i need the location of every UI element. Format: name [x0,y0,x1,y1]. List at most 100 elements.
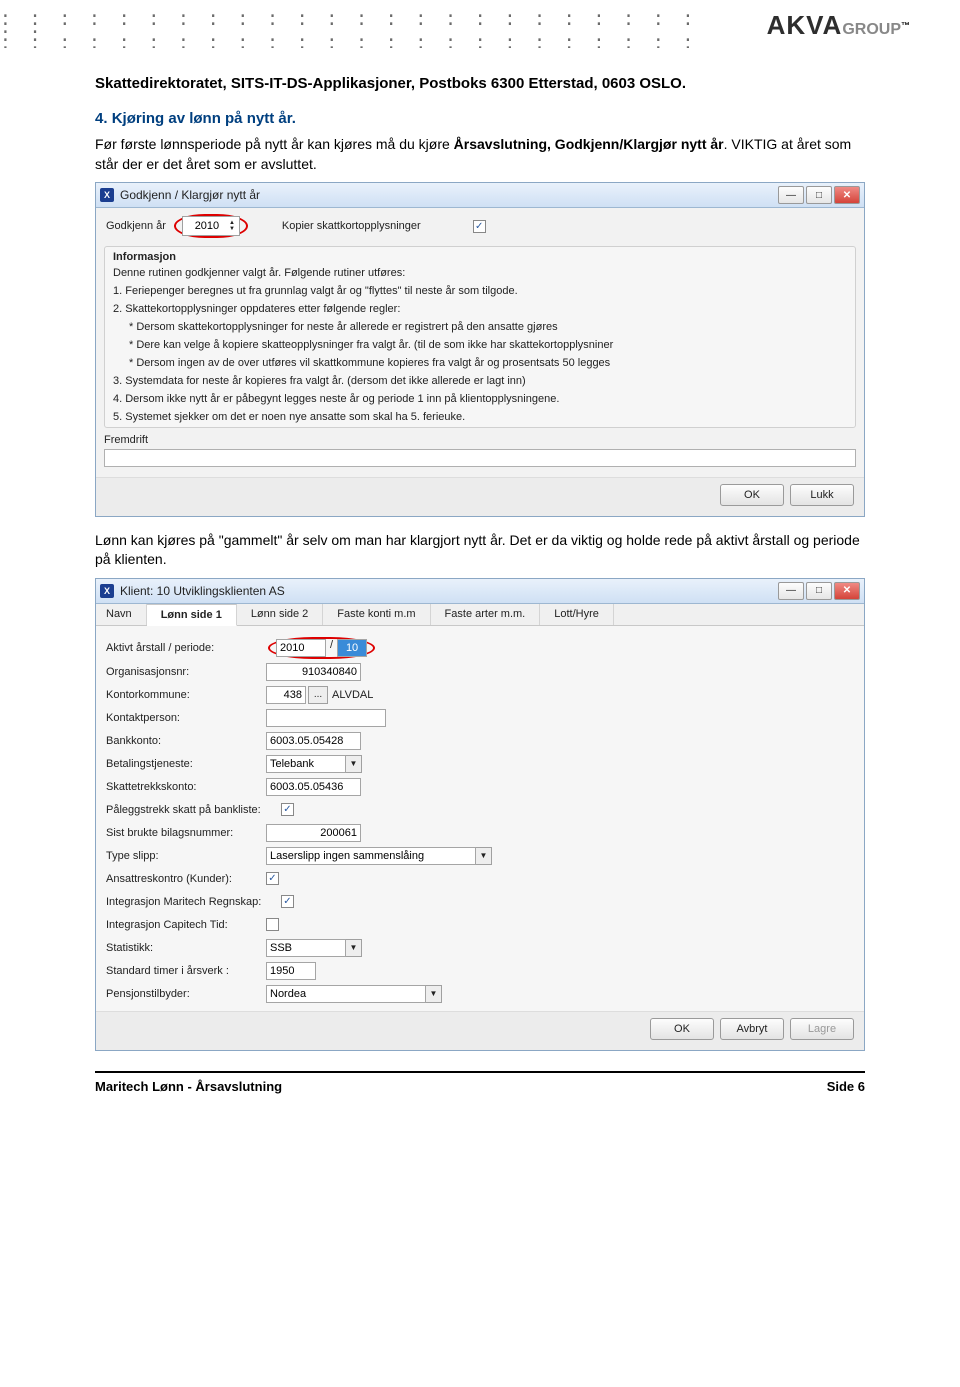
kontakt-input[interactable] [266,709,386,727]
copy-tax-label: Kopier skattkortopplysninger [282,220,421,232]
tab-lott[interactable]: Lott/Hyre [540,604,614,625]
lookup-button[interactable]: ... [308,686,328,704]
app-icon: X [100,584,114,598]
chevron-down-icon[interactable]: ▼ [346,939,362,957]
close-button[interactable]: ✕ [834,582,860,600]
info-title: Informasjon [105,247,855,265]
minimize-button[interactable]: — [778,582,804,600]
chevron-down-icon[interactable]: ▼ [426,985,442,1003]
kontor-label: Kontorkommune: [106,689,266,701]
info-line: Denne rutinen godkjenner valgt år. Følge… [105,265,855,283]
tab-lonn1[interactable]: Lønn side 1 [147,604,237,626]
ok-button[interactable]: OK [650,1018,714,1040]
year-input[interactable] [276,639,326,657]
logo-tm: ™ [901,21,910,31]
info-line: * Dere kan velge å kopiere skatteopplysn… [105,337,855,355]
bank-label: Bankkonto: [106,735,266,747]
save-button[interactable]: Lagre [790,1018,854,1040]
footer-rule [95,1071,865,1073]
progress-label: Fremdrift [104,434,856,446]
kontakt-label: Kontaktperson: [106,712,266,724]
pensjon-dropdown[interactable]: ▼ [266,985,442,1003]
ansatt-label: Ansattreskontro (Kunder): [106,873,266,885]
info-line: 5. Systemet sjekker om det er noen nye a… [105,409,855,427]
bilag-input[interactable] [266,824,361,842]
ok-button[interactable]: OK [720,484,784,506]
para1-b: Årsavslutning, Godkjenn/Klargjør nytt år [454,136,724,152]
maximize-button[interactable]: □ [806,186,832,204]
copy-tax-checkbox[interactable]: ✓ [473,220,486,233]
klient-dialog: X Klient: 10 Utviklingsklienten AS — □ ✕… [95,578,865,1051]
tab-bar: Navn Lønn side 1 Lønn side 2 Faste konti… [96,604,864,626]
stat-label: Statistikk: [106,942,266,954]
tab-lonn2[interactable]: Lønn side 2 [237,604,323,625]
betaling-label: Betalingstjeneste: [106,758,266,770]
info-line: 2. Skattekortopplysninger oppdateres ett… [105,301,855,319]
timer-input[interactable] [266,962,316,980]
info-line: 1. Feriepenger beregnes ut fra grunnlag … [105,283,855,301]
palegg-label: Påleggstrekk skatt på bankliste: [106,804,281,816]
titlebar-text: Klient: 10 Utviklingsklienten AS [120,584,776,598]
section-heading: 4. Kjøring av lønn på nytt år. [95,110,865,127]
maritech-checkbox[interactable]: ✓ [281,895,294,908]
cancel-button[interactable]: Avbryt [720,1018,784,1040]
stat-value[interactable] [266,939,346,957]
orgnr-input[interactable] [266,663,361,681]
minimize-button[interactable]: — [778,186,804,204]
slipp-dropdown[interactable]: ▼ [266,847,492,865]
paragraph-1: Før første lønnsperiode på nytt år kan k… [95,135,865,174]
company-logo: AKVAGROUP™ [767,10,910,41]
section-title: Kjøring av lønn på nytt år. [112,110,296,127]
active-year-label: Aktivt årstall / periode: [106,642,266,654]
tab-navn[interactable]: Navn [96,604,147,625]
timer-label: Standard timer i årsverk : [106,965,266,977]
ansatt-checkbox[interactable]: ✓ [266,872,279,885]
info-line: 4. Dersom ikke nytt år er påbegynt legge… [105,391,855,409]
maximize-button[interactable]: □ [806,582,832,600]
footer-left: Maritech Lønn - Årsavslutning [95,1079,282,1094]
info-line: * Dersom ingen av de over utføres vil sk… [105,355,855,373]
palegg-checkbox[interactable]: ✓ [281,803,294,816]
progress-bar [104,449,856,467]
bilag-label: Sist brukte bilagsnummer: [106,827,266,839]
betaling-dropdown[interactable]: ▼ [266,755,362,773]
skatt-input[interactable] [266,778,361,796]
slipp-label: Type slipp: [106,850,266,862]
logo-main: AKVA [767,10,843,40]
capitech-checkbox[interactable] [266,918,279,931]
approve-year-label: Godkjenn år [106,220,166,232]
info-groupbox: Informasjon Denne rutinen godkjenner val… [104,246,856,427]
info-line: 3. Systemdata for neste år kopieres fra … [105,373,855,391]
slipp-value[interactable] [266,847,476,865]
tab-arter[interactable]: Faste arter m.m. [431,604,541,625]
address-heading: Skattedirektoratet, SITS-IT-DS-Applikasj… [95,75,865,92]
paragraph-2: Lønn kan kjøres på "gammelt" år selv om … [95,531,865,570]
chevron-down-icon[interactable]: ▼ [346,755,362,773]
bank-input[interactable] [266,732,361,750]
year-spinner[interactable]: ▲▼ [182,216,240,236]
titlebar: X Godkjenn / Klargjør nytt år — □ ✕ [96,183,864,208]
period-input[interactable] [337,639,367,657]
skatt-label: Skattetrekkskonto: [106,781,266,793]
decorative-dots: . . . . . . . . . . . . . . . . . . . . … [0,8,700,48]
betaling-value[interactable] [266,755,346,773]
close-dialog-button[interactable]: Lukk [790,484,854,506]
titlebar-text: Godkjenn / Klargjør nytt år [120,188,776,202]
app-icon: X [100,188,114,202]
close-button[interactable]: ✕ [834,186,860,204]
pensjon-label: Pensjonstilbyder: [106,988,266,1000]
tab-konti[interactable]: Faste konti m.m [323,604,430,625]
spin-down-icon[interactable]: ▼ [229,226,235,232]
kontor-code-input[interactable] [266,686,306,704]
year-input[interactable] [187,220,227,232]
highlight-circle: / [268,637,375,659]
titlebar: X Klient: 10 Utviklingsklienten AS — □ ✕ [96,579,864,604]
chevron-down-icon[interactable]: ▼ [476,847,492,865]
pensjon-value[interactable] [266,985,426,1003]
info-line: * Dersom skattekortopplysninger for nest… [105,319,855,337]
stat-dropdown[interactable]: ▼ [266,939,362,957]
logo-sub: GROUP [842,21,901,38]
maritech-label: Integrasjon Maritech Regnskap: [106,896,281,908]
capitech-label: Integrasjon Capitech Tid: [106,919,266,931]
footer-right: Side 6 [827,1079,865,1094]
